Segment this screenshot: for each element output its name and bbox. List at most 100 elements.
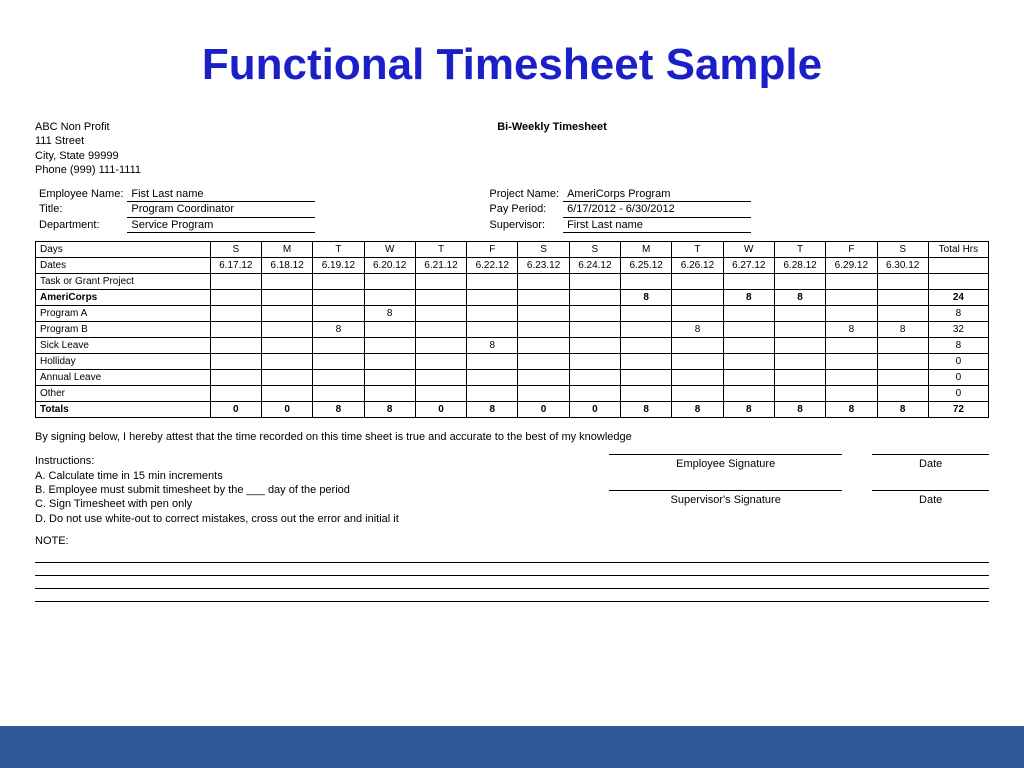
supervisor-label: Supervisor: bbox=[485, 217, 563, 232]
date-head: 6.27.12 bbox=[723, 258, 774, 274]
task-label: Holliday bbox=[36, 354, 211, 370]
blank-cell bbox=[774, 274, 825, 290]
totals-cell: 8 bbox=[723, 402, 774, 418]
totals-cell: 0 bbox=[415, 402, 466, 418]
hours-cell bbox=[518, 354, 569, 370]
instruction-c: C. Sign Timesheet with pen only bbox=[35, 497, 609, 511]
pay-period-value: 6/17/2012 - 6/30/2012 bbox=[563, 202, 751, 217]
emp-name-value: Fist Last name bbox=[127, 187, 315, 202]
hours-cell bbox=[364, 386, 415, 402]
hours-cell bbox=[826, 370, 877, 386]
task-label: Program B bbox=[36, 322, 211, 338]
hours-cell bbox=[518, 370, 569, 386]
date-head: 6.24.12 bbox=[569, 258, 620, 274]
hours-cell bbox=[723, 338, 774, 354]
hours-cell bbox=[467, 322, 518, 338]
totals-cell: 8 bbox=[313, 402, 364, 418]
totals-cell: 0 bbox=[210, 402, 261, 418]
row-total: 8 bbox=[928, 338, 988, 354]
hours-cell bbox=[877, 370, 928, 386]
instruction-d: D. Do not use white-out to correct mista… bbox=[35, 512, 609, 526]
row-total: 0 bbox=[928, 354, 988, 370]
hours-cell bbox=[210, 306, 261, 322]
day-head: T bbox=[672, 242, 723, 258]
row-total: 0 bbox=[928, 386, 988, 402]
hours-cell bbox=[774, 306, 825, 322]
totals-cell: 8 bbox=[774, 402, 825, 418]
hours-cell bbox=[261, 386, 312, 402]
hours-cell bbox=[569, 338, 620, 354]
hours-cell bbox=[467, 370, 518, 386]
emp-dept-value: Service Program bbox=[127, 217, 315, 232]
table-row: Totals0088080088888872 bbox=[36, 402, 989, 418]
footer-bar bbox=[0, 726, 1024, 768]
hours-cell bbox=[621, 322, 672, 338]
hours-cell bbox=[313, 338, 364, 354]
instruction-a: A. Calculate time in 15 min increments bbox=[35, 469, 609, 483]
hours-cell bbox=[518, 386, 569, 402]
totals-cell: 8 bbox=[621, 402, 672, 418]
hours-cell bbox=[877, 386, 928, 402]
hours-cell bbox=[621, 370, 672, 386]
date-head: 6.18.12 bbox=[261, 258, 312, 274]
totals-label: Totals bbox=[36, 402, 211, 418]
blank-cell bbox=[261, 274, 312, 290]
totals-cell: 0 bbox=[261, 402, 312, 418]
hours-cell bbox=[364, 290, 415, 306]
hours-cell bbox=[877, 338, 928, 354]
date-head: 6.20.12 bbox=[364, 258, 415, 274]
hours-cell bbox=[313, 290, 364, 306]
project-info: Project Name: AmeriCorps Program Pay Per… bbox=[485, 187, 751, 233]
table-row: Other0 bbox=[36, 386, 989, 402]
hours-cell bbox=[826, 290, 877, 306]
totals-cell: 8 bbox=[672, 402, 723, 418]
day-head: F bbox=[467, 242, 518, 258]
hours-cell bbox=[672, 338, 723, 354]
hours-cell bbox=[415, 338, 466, 354]
table-row: Program A88 bbox=[36, 306, 989, 322]
hours-cell: 8 bbox=[877, 322, 928, 338]
totals-cell: 8 bbox=[877, 402, 928, 418]
hours-cell bbox=[210, 386, 261, 402]
instruction-b: B. Employee must submit timesheet by the… bbox=[35, 483, 609, 497]
totals-cell: 8 bbox=[826, 402, 877, 418]
emp-dept-label: Department: bbox=[35, 217, 127, 232]
hours-cell bbox=[364, 370, 415, 386]
org-block: ABC Non Profit 111 Street City, State 99… bbox=[35, 120, 417, 177]
totals-cell: 0 bbox=[518, 402, 569, 418]
hours-cell bbox=[774, 370, 825, 386]
hours-cell bbox=[569, 386, 620, 402]
hours-cell bbox=[467, 354, 518, 370]
date-head: 6.29.12 bbox=[826, 258, 877, 274]
totals-cell: 8 bbox=[467, 402, 518, 418]
attestation-text: By signing below, I hereby attest that t… bbox=[35, 430, 989, 444]
instructions-header: Instructions: bbox=[35, 454, 609, 468]
date-head: 6.21.12 bbox=[415, 258, 466, 274]
hours-cell bbox=[877, 354, 928, 370]
row-total: 0 bbox=[928, 370, 988, 386]
hours-cell bbox=[672, 386, 723, 402]
hours-cell bbox=[415, 290, 466, 306]
employee-date-line: Date bbox=[872, 454, 989, 471]
supervisor-value: First Last name bbox=[563, 217, 751, 232]
signature-block: Employee Signature Date Supervisor's Sig… bbox=[609, 454, 989, 525]
instructions-block: Instructions: A. Calculate time in 15 mi… bbox=[35, 454, 609, 525]
doc-heading: Bi-Weekly Timesheet bbox=[497, 120, 607, 177]
row-total: 8 bbox=[928, 306, 988, 322]
hours-cell bbox=[518, 322, 569, 338]
hours-cell bbox=[774, 322, 825, 338]
hours-cell bbox=[723, 386, 774, 402]
task-label: Sick Leave bbox=[36, 338, 211, 354]
blank-cell bbox=[826, 274, 877, 290]
days-label: Days bbox=[36, 242, 211, 258]
hours-cell: 8 bbox=[723, 290, 774, 306]
date-head: 6.28.12 bbox=[774, 258, 825, 274]
hours-cell bbox=[415, 370, 466, 386]
blank-cell bbox=[621, 274, 672, 290]
row-total: 32 bbox=[928, 322, 988, 338]
hours-cell bbox=[415, 306, 466, 322]
day-head: F bbox=[826, 242, 877, 258]
hours-cell bbox=[518, 338, 569, 354]
timesheet-grid: DaysSMTWTFSSMTWTFSTotal HrsDates6.17.126… bbox=[35, 241, 989, 418]
hours-cell bbox=[313, 354, 364, 370]
